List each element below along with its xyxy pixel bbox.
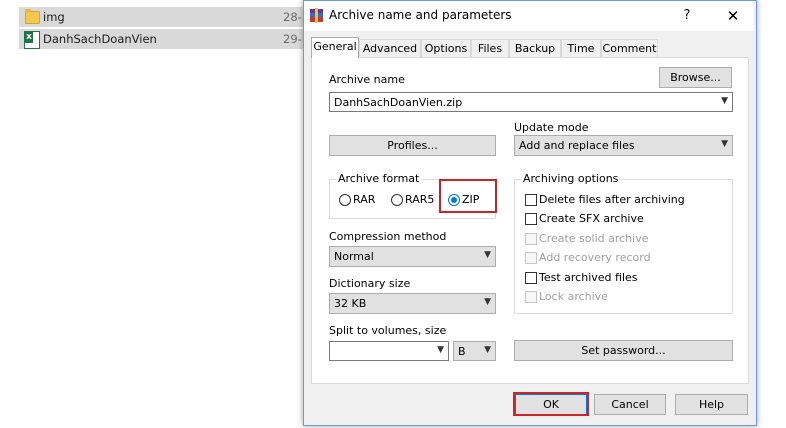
checkbox-lock-archive-label: Lock archive xyxy=(539,290,608,303)
file-name: DanhSachDoanVien xyxy=(43,32,157,46)
archive-format-title: Archive format xyxy=(336,172,422,185)
dictionary-size-value: 32 KB xyxy=(334,297,367,310)
file-row-danhsachdoanvien[interactable]: DanhSachDoanVien 29- xyxy=(19,29,303,49)
radio-rar5-label[interactable]: RAR5 xyxy=(405,193,434,206)
cancel-button[interactable]: Cancel xyxy=(594,394,666,415)
chevron-down-icon: ▼ xyxy=(721,139,728,149)
file-name: img xyxy=(43,10,65,24)
winrar-icon xyxy=(310,8,323,23)
tab-files[interactable]: Files xyxy=(471,39,509,57)
general-panel: Archive name Browse... DanhSachDoanVien.… xyxy=(311,57,749,384)
checkbox-test-archived-label[interactable]: Test archived files xyxy=(539,271,638,284)
checkbox-delete-files[interactable] xyxy=(525,194,537,206)
archive-name-label: Archive name xyxy=(329,73,405,86)
file-row-img[interactable]: img 28- xyxy=(19,7,303,27)
dictionary-size-select[interactable]: 32 KB ▼ xyxy=(329,293,496,314)
checkbox-recovery-record xyxy=(525,252,537,264)
tab-advanced[interactable]: Advanced xyxy=(359,39,421,57)
checkbox-recovery-record-label: Add recovery record xyxy=(539,251,651,264)
profiles-button[interactable]: Profiles... xyxy=(329,135,496,156)
compression-method-label: Compression method xyxy=(329,230,447,243)
radio-rar5[interactable] xyxy=(391,194,403,206)
update-mode-value: Add and replace files xyxy=(519,139,635,152)
checkbox-create-solid-label: Create solid archive xyxy=(539,232,649,245)
browse-button[interactable]: Browse... xyxy=(659,67,732,88)
chevron-down-icon[interactable]: ▼ xyxy=(437,345,444,355)
folder-icon xyxy=(25,9,40,24)
help-title-button[interactable]: ? xyxy=(677,8,697,23)
chevron-down-icon: ▼ xyxy=(484,345,491,355)
checkbox-create-solid xyxy=(525,233,537,245)
split-unit-select[interactable]: B ▼ xyxy=(453,341,496,361)
update-mode-select[interactable]: Add and replace files ▼ xyxy=(514,135,733,156)
tab-time[interactable]: Time xyxy=(561,39,601,57)
checkbox-lock-archive xyxy=(525,291,537,303)
archive-name-combo[interactable]: DanhSachDoanVien.zip ▼ xyxy=(329,92,733,112)
tab-backup[interactable]: Backup xyxy=(509,39,561,57)
chevron-down-icon: ▼ xyxy=(484,297,491,307)
chevron-down-icon[interactable]: ▼ xyxy=(721,96,728,106)
archiving-options-title: Archiving options xyxy=(521,172,621,185)
set-password-button[interactable]: Set password... xyxy=(514,340,733,361)
radio-rar-label[interactable]: RAR xyxy=(353,193,375,206)
tab-options[interactable]: Options xyxy=(421,39,471,57)
split-volumes-combo[interactable]: ▼ xyxy=(329,341,449,361)
tab-comment[interactable]: Comment xyxy=(601,39,658,57)
close-icon[interactable]: ✕ xyxy=(723,7,743,25)
tab-general[interactable]: General xyxy=(311,37,359,58)
archive-name-value: DanhSachDoanVien.zip xyxy=(334,96,463,109)
checkbox-create-sfx[interactable] xyxy=(525,213,537,225)
title-bar[interactable]: Archive name and parameters ? ✕ xyxy=(304,1,754,31)
excel-file-icon xyxy=(24,31,40,49)
split-unit-value: B xyxy=(458,345,466,358)
checkbox-create-sfx-label[interactable]: Create SFX archive xyxy=(539,212,644,225)
checkbox-delete-files-label[interactable]: Delete files after archiving xyxy=(539,193,685,206)
zip-highlight-box xyxy=(439,179,497,213)
compression-method-value: Normal xyxy=(334,250,374,263)
compression-method-select[interactable]: Normal ▼ xyxy=(329,246,496,267)
dictionary-size-label: Dictionary size xyxy=(329,277,411,290)
split-volumes-label: Split to volumes, size xyxy=(329,324,447,337)
archive-dialog: Archive name and parameters ? ✕ General … xyxy=(303,0,757,426)
file-date: 29- xyxy=(283,32,302,46)
help-button[interactable]: Help xyxy=(675,394,748,415)
checkbox-test-archived[interactable] xyxy=(525,272,537,284)
ok-highlight-box xyxy=(513,392,589,416)
file-date: 28- xyxy=(283,10,302,24)
radio-rar[interactable] xyxy=(339,194,351,206)
chevron-down-icon: ▼ xyxy=(484,250,491,260)
update-mode-label: Update mode xyxy=(514,121,589,134)
dialog-title: Archive name and parameters xyxy=(329,8,512,22)
